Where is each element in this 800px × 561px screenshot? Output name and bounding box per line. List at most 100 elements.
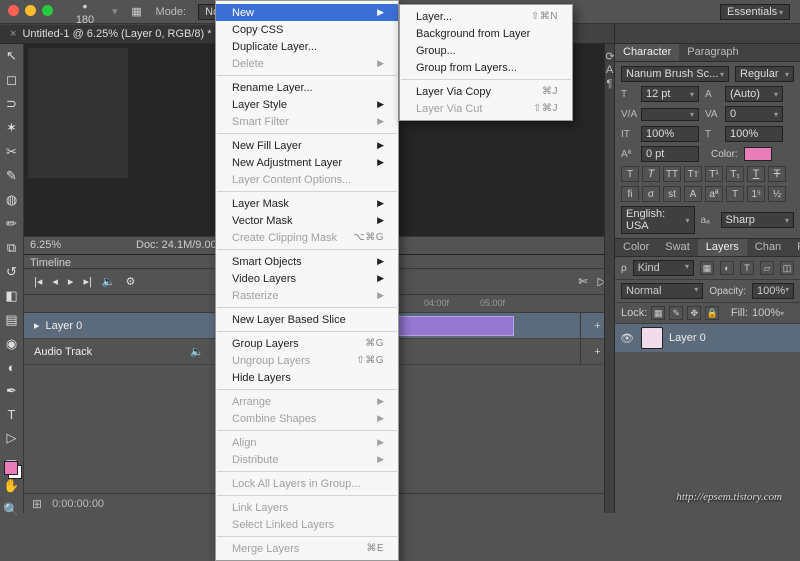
maximize-window-button[interactable] — [42, 5, 53, 16]
wand-tool[interactable]: ✶ — [3, 120, 21, 136]
menu-item[interactable]: Duplicate Layer... — [216, 38, 398, 55]
split-clip-button[interactable]: ✄ — [578, 275, 587, 288]
filter-smart-icon[interactable]: ◫ — [780, 261, 794, 275]
filter-type-icon[interactable]: T — [740, 261, 754, 275]
brush-panel-icon[interactable]: ▦ — [130, 5, 144, 18]
color-swatches[interactable] — [4, 461, 22, 479]
titling-button[interactable]: T — [726, 186, 744, 202]
eraser-tool[interactable]: ◧ — [3, 288, 21, 304]
timeline-options-button[interactable]: ⚙ — [126, 275, 136, 288]
dodge-tool[interactable]: ◐ — [3, 360, 21, 375]
layer-row[interactable]: 👁 Layer 0 — [615, 324, 800, 352]
para-panel-icon[interactable]: ¶ — [606, 78, 614, 86]
menu-item[interactable]: Background from Layer — [400, 25, 572, 42]
char-panel-icon[interactable]: A — [606, 64, 614, 72]
blur-tool[interactable]: ◉ — [3, 336, 21, 352]
gradient-tool[interactable]: ▤ — [3, 312, 21, 328]
lock-all-button[interactable]: 🔒 — [705, 306, 719, 320]
antialias-dropdown[interactable]: Sharp▾ — [721, 212, 795, 228]
kerning-field[interactable]: ▾ — [641, 108, 699, 121]
tracking-field[interactable]: 0▾ — [725, 106, 783, 122]
opacity-field[interactable]: 100%▾ — [752, 283, 794, 299]
menu-item[interactable]: Rename Layer... — [216, 79, 398, 96]
filter-adj-icon[interactable]: ◐ — [720, 261, 734, 275]
zoom-tool[interactable]: 🔍 — [3, 502, 21, 518]
font-family-dropdown[interactable]: Nanum Brush Sc...▾ — [621, 66, 729, 82]
history-panel-icon[interactable]: ⟳ — [606, 50, 614, 58]
layer-name[interactable]: Layer 0 — [669, 332, 706, 344]
filter-pixel-icon[interactable]: ▦ — [700, 261, 714, 275]
marquee-tool[interactable]: ◻ — [3, 72, 21, 88]
workspace-switcher[interactable]: Essentials ▾ — [720, 4, 790, 20]
collapsed-panel-strip[interactable]: ⟳ A ¶ — [604, 44, 614, 513]
layer-filter-dropdown[interactable]: Kind▾ — [633, 260, 694, 276]
menu-item[interactable]: Copy CSS — [216, 21, 398, 38]
foreground-color-swatch[interactable] — [4, 461, 18, 475]
hand-tool[interactable]: ✋ — [3, 478, 21, 494]
layers-tab[interactable]: Layers — [698, 239, 747, 256]
menu-item[interactable]: Hide Layers — [216, 369, 398, 386]
channels-tab[interactable]: Chan — [747, 239, 789, 256]
underline-button[interactable]: T — [747, 166, 765, 182]
next-frame-button[interactable]: ▸| — [83, 275, 91, 288]
subscript-button[interactable]: T₁ — [726, 166, 744, 182]
allcaps-button[interactable]: TT — [663, 166, 681, 182]
superscript-button[interactable]: T¹ — [705, 166, 723, 182]
new-submenu[interactable]: Layer...⇧⌘NBackground from LayerGroup...… — [399, 4, 573, 121]
prev-frame-button[interactable]: ◂ — [52, 275, 58, 288]
menu-item[interactable]: Group... — [400, 42, 572, 59]
video-clip[interactable] — [384, 316, 514, 336]
vscale-field[interactable]: 100% — [641, 126, 699, 142]
menu-item[interactable]: Group Layers⌘G — [216, 335, 398, 352]
canvas[interactable] — [28, 48, 128, 178]
menu-item[interactable]: Vector Mask▶ — [216, 212, 398, 229]
visibility-toggle[interactable]: 👁 — [619, 332, 635, 345]
track-expand-toggle[interactable]: ▸ — [34, 319, 40, 332]
menu-item[interactable]: Smart Objects▶ — [216, 253, 398, 270]
lock-position-button[interactable]: ✥ — [687, 306, 701, 320]
crop-tool[interactable]: ✂ — [3, 144, 21, 160]
paragraph-tab[interactable]: Paragraph — [679, 44, 746, 61]
menu-item[interactable]: Layer Mask▶ — [216, 195, 398, 212]
lock-transparent-button[interactable]: ▦ — [651, 306, 665, 320]
menu-item[interactable]: New Fill Layer▶ — [216, 137, 398, 154]
healing-brush-tool[interactable]: ◍ — [3, 192, 21, 208]
liga-st-button[interactable]: st — [663, 186, 681, 202]
convert-frames-button[interactable]: ⊞ — [32, 497, 42, 511]
layer-menu[interactable]: New▶Copy CSSDuplicate Layer...Delete▶Ren… — [215, 0, 399, 561]
liga-fi-button[interactable]: fi — [621, 186, 639, 202]
filter-shape-icon[interactable]: ▱ — [760, 261, 774, 275]
language-dropdown[interactable]: English: USA▾ — [621, 206, 695, 234]
close-tab-icon[interactable]: × — [10, 28, 16, 40]
eyedropper-tool[interactable]: ✎ — [3, 168, 21, 184]
type-tool[interactable]: T — [3, 407, 21, 422]
swatches-tab[interactable]: Swat — [657, 239, 697, 256]
pen-tool[interactable]: ✒ — [3, 383, 21, 399]
path-tool[interactable]: ▷ — [3, 430, 21, 446]
menu-item[interactable]: New Layer Based Slice — [216, 311, 398, 328]
italic-button[interactable]: T — [642, 166, 660, 182]
menu-item[interactable]: New▶ — [216, 4, 398, 21]
blend-mode-dropdown[interactable]: Normal▾ — [621, 283, 703, 299]
fill-field[interactable]: 100%▾ — [752, 307, 794, 319]
font-size-field[interactable]: 12 pt▾ — [641, 86, 699, 102]
baseline-field[interactable]: 0 pt — [641, 146, 699, 162]
color-tab[interactable]: Color — [615, 239, 657, 256]
strike-button[interactable]: T — [768, 166, 786, 182]
move-tool[interactable]: ↖ — [3, 48, 21, 64]
character-tab[interactable]: Character — [615, 44, 679, 61]
liga-o-button[interactable]: σ — [642, 186, 660, 202]
text-color-swatch[interactable] — [744, 147, 772, 161]
layer-thumbnail[interactable] — [641, 327, 663, 349]
lock-pixels-button[interactable]: ✎ — [669, 306, 683, 320]
liga-A-button[interactable]: A — [684, 186, 702, 202]
menu-item[interactable]: Layer...⇧⌘N — [400, 8, 572, 25]
lasso-tool[interactable]: ⊃ — [3, 96, 21, 112]
stamp-tool[interactable]: ⧉ — [3, 240, 21, 256]
minimize-window-button[interactable] — [25, 5, 36, 16]
fractions-button[interactable]: ½ — [768, 186, 786, 202]
goto-first-frame-button[interactable]: |◂ — [34, 275, 42, 288]
mute-button[interactable]: 🔈 — [102, 275, 116, 288]
menu-item[interactable]: Group from Layers... — [400, 59, 572, 76]
menu-item[interactable]: New Adjustment Layer▶ — [216, 154, 398, 171]
